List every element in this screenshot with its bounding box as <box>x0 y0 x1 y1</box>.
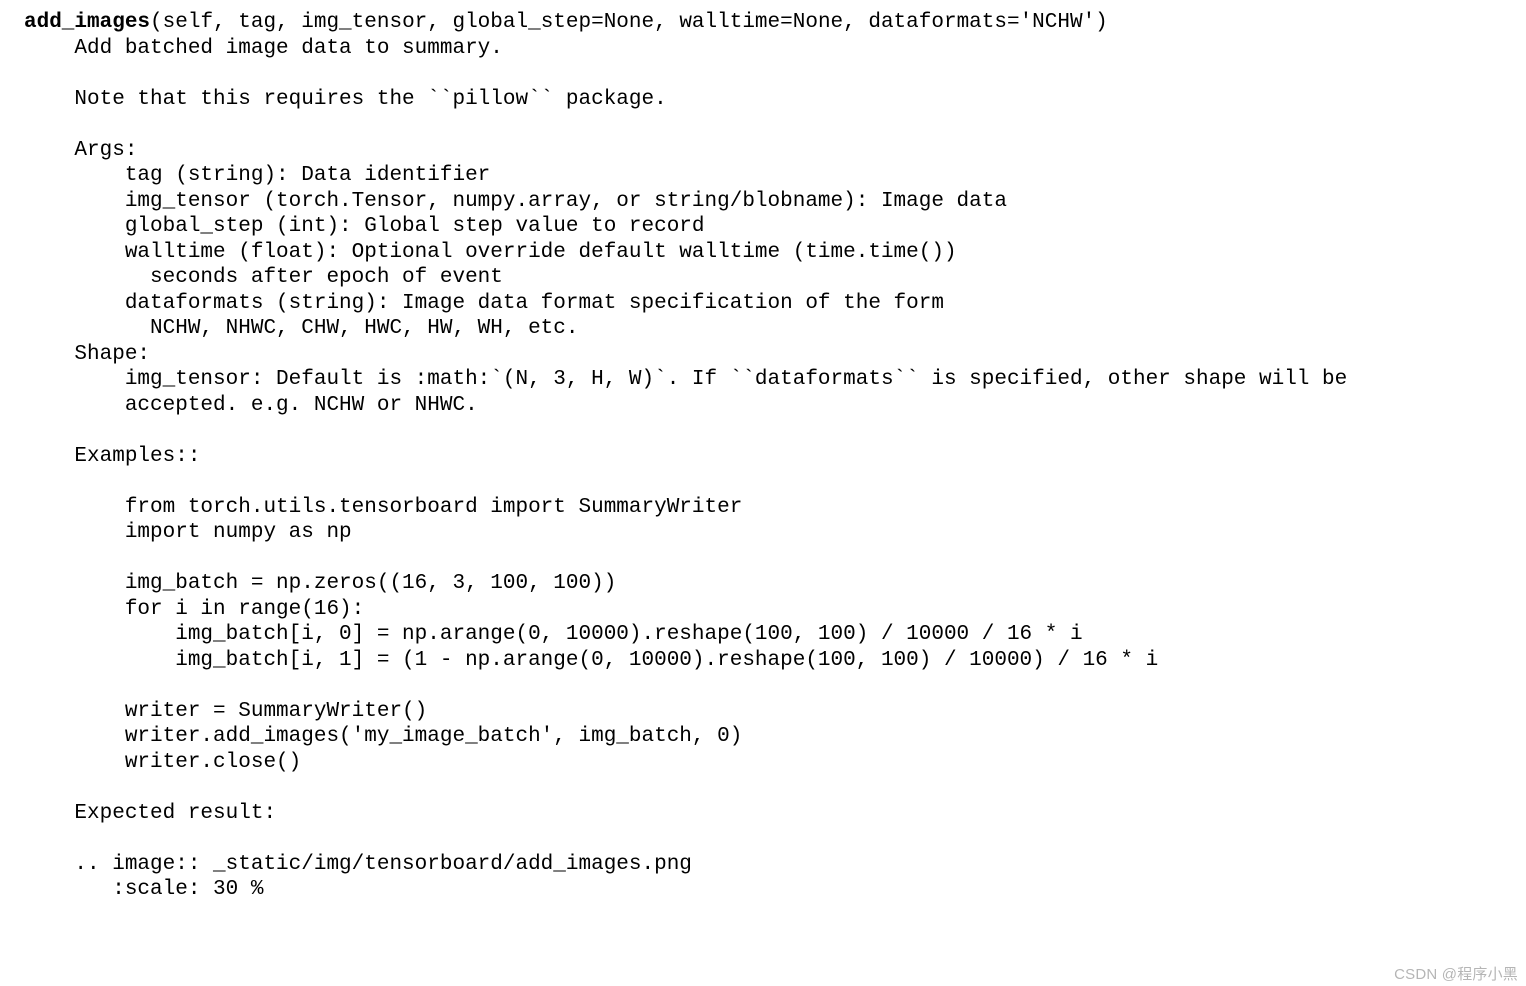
watermark-label: CSDN @程序小黑 <box>1394 966 1518 984</box>
docstring-viewer: add_images(self, tag, img_tensor, global… <box>0 0 1526 903</box>
function-name: add_images <box>24 11 150 34</box>
function-params: (self, tag, img_tensor, global_step=None… <box>150 11 1108 34</box>
docstring-body: Add batched image data to summary. Note … <box>24 37 1347 902</box>
